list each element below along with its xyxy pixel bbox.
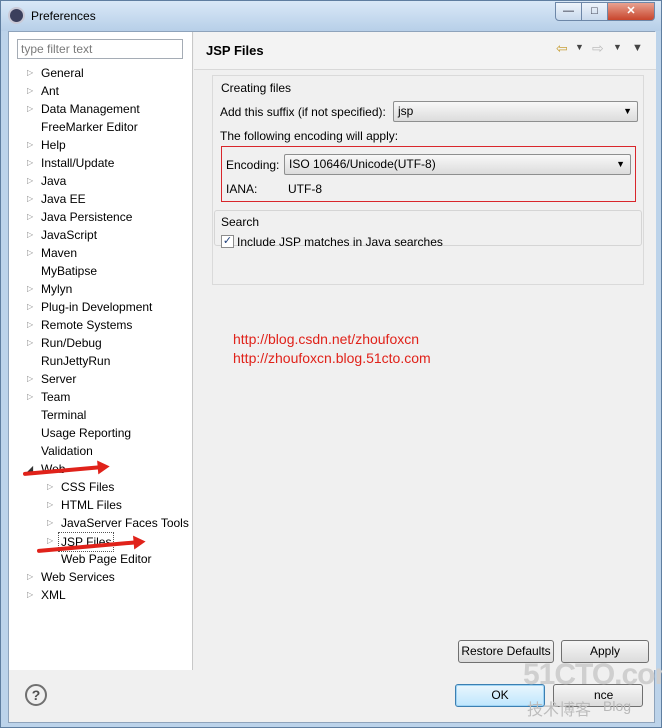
dialog-client: type filter text ▷ General ▷ Ant ▷ Data Manag… (8, 31, 662, 723)
filter-input[interactable]: type filter text (17, 39, 183, 59)
tree-item-label: Web Page Editor (61, 552, 152, 566)
window-title: Preferences (31, 9, 96, 23)
collapsed-triangle-icon[interactable]: ▷ (27, 154, 35, 172)
collapsed-triangle-icon[interactable]: ▷ (27, 586, 35, 604)
collapsed-triangle-icon[interactable]: ▷ (27, 100, 35, 118)
tree-item-label: HTML Files (61, 498, 122, 512)
forward-dropdown-icon[interactable]: ▼ (613, 42, 622, 52)
collapsed-triangle-icon[interactable]: ▷ (27, 298, 35, 316)
tree-item-label: Validation (41, 444, 93, 458)
collapsed-triangle-icon[interactable]: ▷ (27, 82, 35, 100)
tree-item-label: Terminal (41, 408, 87, 422)
tree-item-label: Mylyn (41, 282, 73, 296)
collapsed-triangle-icon[interactable]: ▷ (27, 208, 35, 226)
watermark-sub: 技术博客 (527, 702, 592, 719)
encoding-combo[interactable]: ISO 10646/Unicode(UTF-8) ▼ (284, 154, 631, 175)
iana-value: UTF-8 (288, 182, 322, 196)
watermark-main: 51CTO.com (523, 658, 662, 691)
tree-item-label: JavaServer Faces Tools (61, 516, 189, 530)
collapsed-triangle-icon[interactable]: ▷ (47, 478, 55, 496)
annotation-url-2: http://zhoufoxcn.blog.51cto.com (233, 350, 431, 366)
tree-item-label: Install/Update (41, 156, 115, 170)
tree-item-label: Data Management (41, 102, 140, 116)
eclipse-icon (8, 7, 25, 24)
tree-item-label: Usage Reporting (41, 426, 132, 440)
minimize-button[interactable]: — (555, 2, 582, 21)
preference-tree-pane: type filter text ▷ General ▷ Ant ▷ Data Manag… (9, 32, 193, 670)
tree-item-label: XML (41, 588, 66, 602)
collapsed-triangle-icon[interactable]: ▷ (27, 280, 35, 298)
maximize-button[interactable]: □ (581, 2, 608, 21)
tree-item-label: Java Persistence (41, 210, 133, 224)
tree-item-label: Run/Debug (41, 336, 102, 350)
tree-item-label: Java EE (41, 192, 86, 206)
tree-item-label: FreeMarker Editor (41, 120, 138, 134)
watermark-blog: Blog (603, 698, 632, 714)
collapsed-triangle-icon[interactable]: ▷ (27, 64, 35, 82)
tree-item-label: MyBatipse (41, 264, 98, 278)
collapsed-triangle-icon[interactable]: ▷ (27, 190, 35, 208)
tree-item-label: Ant (41, 84, 60, 98)
iana-label: IANA: (226, 182, 258, 196)
encoding-label: Encoding: (226, 158, 280, 172)
collapsed-triangle-icon[interactable]: ▷ (27, 226, 35, 244)
help-icon[interactable]: ? (25, 684, 47, 706)
chevron-down-icon: ▼ (623, 106, 632, 116)
annotation-url-1: http://blog.csdn.net/zhoufoxcn (233, 331, 420, 347)
suffix-combo[interactable]: jsp ▼ (393, 101, 638, 122)
tree-item-label: Plug-in Development (41, 300, 153, 314)
collapsed-triangle-icon[interactable]: ▷ (27, 388, 35, 406)
tree-item-label: Server (41, 372, 77, 386)
page-header: JSP Files ⇦ ▼ ⇨ ▼ ▼ (194, 32, 656, 70)
title-bar[interactable]: Preferences — □ ✕ (1, 1, 661, 31)
collapsed-triangle-icon[interactable]: ▷ (47, 514, 55, 532)
tree-item-label: Maven (41, 246, 78, 260)
suffix-value: jsp (398, 104, 414, 118)
51cto-watermark: 51CTO.com 技术博客 Blog (523, 658, 662, 722)
jsp-files-settings: Creating files Add this suffix (if not s… (212, 75, 644, 285)
page-title: JSP Files (206, 43, 264, 58)
collapsed-triangle-icon[interactable]: ▷ (27, 316, 35, 334)
collapsed-triangle-icon[interactable]: ▷ (27, 370, 35, 388)
preferences-window: Preferences — □ ✕ type filter text ▷ Gene… (0, 0, 662, 728)
tree-item-label: Help (41, 138, 66, 152)
tree-item-label: Team (41, 390, 71, 404)
back-dropdown-icon[interactable]: ▼ (575, 42, 584, 52)
collapsed-triangle-icon[interactable]: ▷ (27, 244, 35, 262)
encoding-note: The following encoding will apply: (220, 129, 399, 143)
collapsed-triangle-icon[interactable]: ▷ (47, 496, 55, 514)
tree-item-label: RunJettyRun (41, 354, 111, 368)
encoding-highlight-box: Encoding: ISO 10646/Unicode(UTF-8) ▼ IAN… (221, 146, 636, 202)
tree-item-label: Remote Systems (41, 318, 133, 332)
tree-item-label: CSS Files (61, 480, 115, 494)
search-label: Search (221, 215, 260, 229)
preference-page: JSP Files ⇦ ▼ ⇨ ▼ ▼ Creating files Add t… (194, 32, 656, 670)
encoding-value: ISO 10646/Unicode(UTF-8) (289, 157, 436, 171)
collapsed-triangle-icon[interactable]: ▷ (27, 568, 35, 586)
tree-item-label: General (41, 66, 84, 80)
tree-item-label: Java (41, 174, 67, 188)
creating-files-label: Creating files (221, 81, 292, 95)
collapsed-triangle-icon[interactable]: ▷ (27, 172, 35, 190)
view-menu-icon[interactable]: ▼ (632, 42, 643, 54)
forward-arrow-icon[interactable]: ⇨ (592, 40, 604, 57)
tree-item-label: Web Services (41, 570, 115, 584)
close-button[interactable]: ✕ (607, 2, 655, 21)
chevron-down-icon: ▼ (616, 159, 625, 169)
tree-item-label: JavaScript (41, 228, 98, 242)
collapsed-triangle-icon[interactable]: ▷ (27, 136, 35, 154)
back-arrow-icon[interactable]: ⇦ (556, 40, 568, 57)
include-jsp-checkbox[interactable]: ✓ (221, 235, 234, 248)
suffix-label: Add this suffix (if not specified): (220, 105, 386, 119)
collapsed-triangle-icon[interactable]: ▷ (27, 334, 35, 352)
include-jsp-label: Include JSP matches in Java searches (237, 235, 443, 249)
